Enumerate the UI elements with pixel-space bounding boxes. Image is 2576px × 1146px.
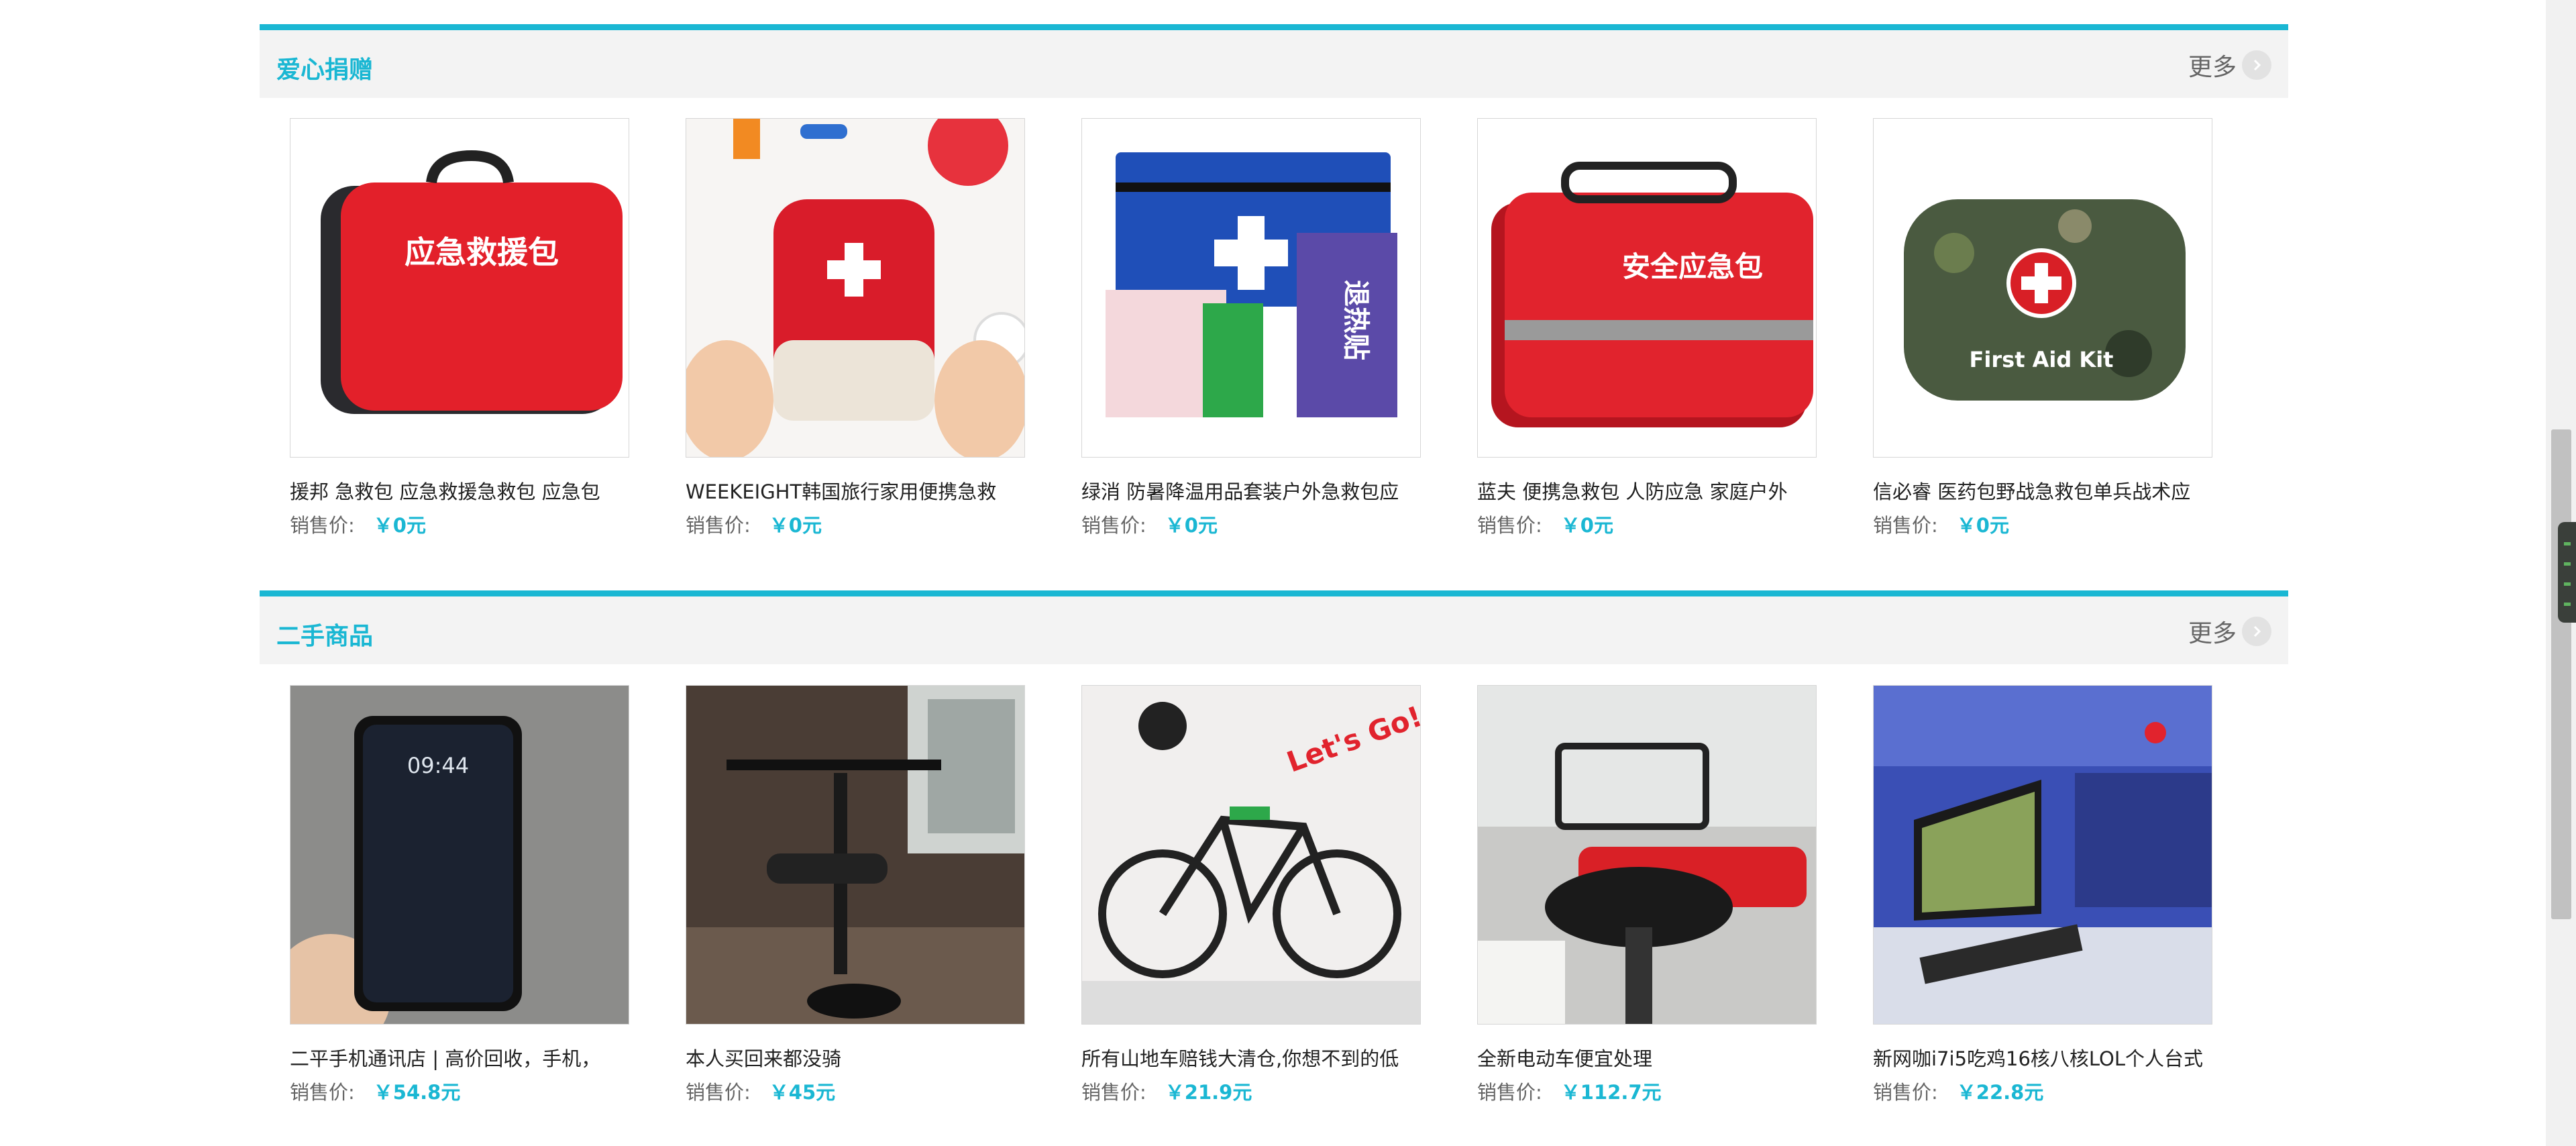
- product-name[interactable]: 本人买回来都没骑: [686, 1043, 1025, 1072]
- section-header: 二手商品 更多: [260, 590, 2288, 664]
- price-label: 销售价:: [290, 1081, 355, 1104]
- product-image-text: 应急救援包: [405, 234, 559, 270]
- section-title: 二手商品: [276, 623, 374, 650]
- price-row: 销售价: ￥0元: [1873, 510, 2009, 538]
- product-price: ￥0元: [1956, 514, 2009, 537]
- price-row: 销售价: ￥0元: [686, 510, 822, 538]
- product-price: ￥22.8元: [1956, 1081, 2044, 1104]
- product-image[interactable]: [1477, 685, 1817, 1025]
- chevron-right-icon: [2242, 617, 2271, 646]
- more-link[interactable]: 更多: [2188, 615, 2271, 647]
- more-link[interactable]: 更多: [2188, 49, 2271, 81]
- price-row: 销售价: ￥54.8元: [290, 1077, 460, 1105]
- product-image[interactable]: [686, 118, 1025, 458]
- product-image[interactable]: 09:44: [290, 685, 629, 1025]
- product-image[interactable]: Let's Go!!: [1081, 685, 1421, 1025]
- product-price: ￥0元: [373, 514, 426, 537]
- product-name[interactable]: 全新电动车便宜处理: [1477, 1043, 1817, 1072]
- scrollbar-thumb[interactable]: [2551, 429, 2571, 919]
- product-image-text: First Aid Kit: [1970, 347, 2114, 372]
- price-label: 销售价:: [1873, 1081, 1938, 1104]
- price-label: 销售价:: [1873, 514, 1938, 537]
- product-name[interactable]: 信必睿 医药包野战急救包单兵战术应: [1873, 476, 2212, 505]
- price-row: 销售价: ￥22.8元: [1873, 1077, 2043, 1105]
- product-price: ￥0元: [1165, 514, 1218, 537]
- product-price: ￥45元: [769, 1081, 836, 1104]
- product-name[interactable]: 二平手机通讯店 | 高价回收，手机，: [290, 1043, 629, 1072]
- product-name[interactable]: 援邦 急救包 应急救援急救包 应急包: [290, 476, 629, 505]
- more-label: 更多: [2188, 620, 2237, 647]
- price-label: 销售价:: [1477, 514, 1542, 537]
- product-name[interactable]: 新网咖i7i5吃鸡16核八核LOL个人台式: [1873, 1043, 2212, 1072]
- price-row: 销售价: ￥0元: [290, 510, 426, 538]
- product-image[interactable]: 应急救援包: [290, 118, 629, 458]
- price-row: 销售价: ￥45元: [686, 1077, 835, 1105]
- product-image[interactable]: [686, 685, 1025, 1025]
- more-label: 更多: [2188, 54, 2237, 81]
- product-name[interactable]: 绿消 防暑降温用品套装户外急救包应: [1081, 476, 1421, 505]
- price-row: 销售价: ￥21.9元: [1081, 1077, 1252, 1105]
- price-label: 销售价:: [1081, 1081, 1146, 1104]
- price-row: 销售价: ￥0元: [1477, 510, 1613, 538]
- product-image[interactable]: [1873, 685, 2212, 1025]
- section-header: 爱心捐赠 更多: [260, 24, 2288, 98]
- price-label: 销售价:: [686, 514, 751, 537]
- product-name[interactable]: 蓝夫 便携急救包 人防应急 家庭户外: [1477, 476, 1817, 505]
- price-row: 销售价: ￥112.7元: [1477, 1077, 1662, 1105]
- product-image-text: 安全应急包: [1622, 250, 1763, 283]
- product-price: ￥54.8元: [373, 1081, 461, 1104]
- side-widget-handle[interactable]: [2558, 522, 2576, 623]
- product-image-text: 09:44: [407, 753, 469, 778]
- product-price: ￥0元: [769, 514, 822, 537]
- product-price: ￥21.9元: [1165, 1081, 1252, 1104]
- price-label: 销售价:: [290, 514, 355, 537]
- section-title: 爱心捐赠: [276, 56, 374, 84]
- price-row: 销售价: ￥0元: [1081, 510, 1218, 538]
- product-image[interactable]: First Aid Kit: [1873, 118, 2212, 458]
- product-name[interactable]: 所有山地车赔钱大清仓,你想不到的低: [1081, 1043, 1421, 1072]
- chevron-right-icon: [2242, 50, 2271, 80]
- price-label: 销售价:: [1477, 1081, 1542, 1104]
- product-name[interactable]: WEEKEIGHT韩国旅行家用便携急救: [686, 476, 1025, 505]
- product-image[interactable]: 安全应急包: [1477, 118, 1817, 458]
- product-image[interactable]: 退热贴: [1081, 118, 1421, 458]
- product-price: ￥112.7元: [1560, 1081, 1662, 1104]
- product-price: ￥0元: [1560, 514, 1613, 537]
- price-label: 销售价:: [686, 1081, 751, 1104]
- product-image-text: 退热贴: [1340, 280, 1371, 360]
- price-label: 销售价:: [1081, 514, 1146, 537]
